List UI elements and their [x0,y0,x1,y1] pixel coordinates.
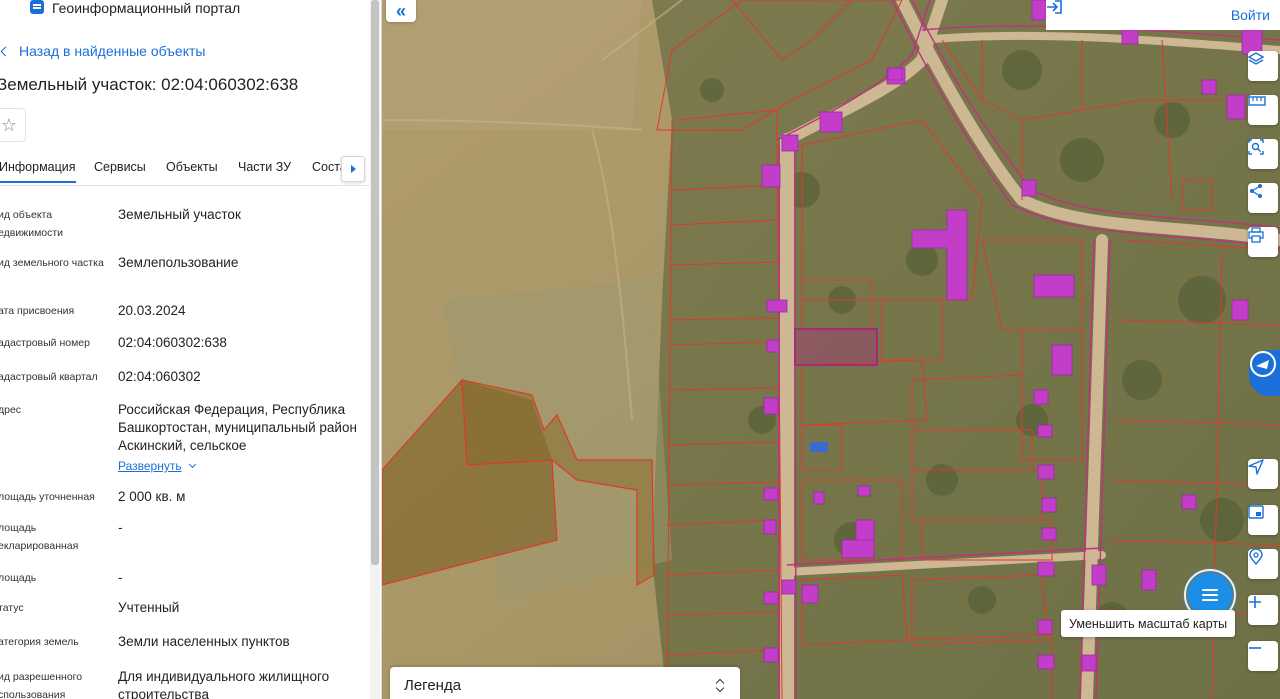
back-link-label: Назад в найденные объекты [19,43,206,59]
share-button[interactable] [1248,183,1278,213]
info-value: Для индивидуального жилищного строительс… [118,669,330,699]
login-icon[interactable] [1046,0,1062,14]
map-view[interactable]: « Войти Уменьшить масштаб карты Легенда [382,0,1280,699]
info-label: лощадь уточненная [0,491,95,503]
login-bar: Войти [1046,0,1280,30]
info-value: Земельный участок [118,207,241,222]
info-label: ид объекта едвижимости [0,209,64,239]
address-value: Российская Федерация, Республика Башкорт… [118,402,357,453]
tab-information[interactable]: Информация [0,160,76,183]
page-title: Земельный участок: 02:04:060302:638 [0,75,299,94]
info-label: татус [0,602,24,614]
star-icon: ☆ [0,114,18,135]
info-value: Земли населенных пунктов [118,634,290,649]
zoom-out-tooltip: Уменьшить масштаб карты [1061,610,1236,637]
print-button[interactable] [1248,227,1278,257]
satellite-map[interactable] [382,0,1280,699]
info-label: ид земельного частка [0,257,104,269]
info-tabs: Информация Сервисы Объекты Части ЗУ Сост… [0,152,370,186]
portal-title: Геоинформационный портал [52,0,241,16]
portal-header: Геоинформационный портал [30,0,240,16]
panel-scroll-thumb[interactable] [371,0,379,565]
info-label: ата присвоения [0,305,75,317]
chat-icon [1250,351,1276,377]
share-icon [1250,184,1262,198]
zoom-in-icon [1249,596,1261,608]
info-value: 2 000 кв. м [118,489,186,504]
panel-scrollbar[interactable] [370,0,380,699]
tabs-scroll-right-button[interactable] [341,156,365,182]
info-label: адастровый номер [0,337,90,349]
tab-parts[interactable]: Части ЗУ [238,160,291,174]
chat-widget-button[interactable] [1249,350,1280,396]
tab-composition[interactable]: Соста [312,160,342,174]
expand-link-label: Развернуть [118,459,182,473]
expand-address-link[interactable]: Развернуть [118,459,196,473]
collapse-panel-button[interactable]: « [386,0,416,22]
info-value: - [118,520,123,535]
ruler-icon [1248,96,1266,106]
favorite-button[interactable]: ☆ [0,108,26,142]
login-button[interactable]: Войти [1231,7,1270,23]
chevron-up-down-icon[interactable] [714,677,726,693]
info-label: атегория земель [0,636,79,648]
legend-label: Легенда [404,677,462,694]
info-value: 02:04:060302 [118,369,201,384]
zoom-in-button[interactable] [1248,595,1278,625]
info-value: 20.03.2024 [118,303,186,318]
zoom-out-button[interactable] [1248,641,1278,671]
info-label: лощадь [0,572,37,584]
pin-search-icon [1249,549,1263,565]
pin-search-button[interactable] [1248,549,1278,579]
chevron-down-icon [188,460,196,468]
tab-services[interactable]: Сервисы [94,160,146,174]
locate-button[interactable] [1248,459,1278,489]
double-chevron-left-icon: « [395,1,406,21]
info-label: адастровый квартал [0,371,98,383]
back-to-results-link[interactable]: Назад в найденные объекты [0,42,205,60]
locate-icon [1248,459,1264,475]
print-icon [1248,227,1264,243]
caret-right-icon [350,165,356,173]
info-label: ид разрешенного спользования [0,671,83,699]
minimap-button[interactable] [1248,505,1278,535]
info-label: лощадь екларированная [0,522,79,552]
info-label: дрес [0,404,22,416]
zoom-out-icon [1249,647,1261,649]
select-area-button[interactable] [1248,139,1278,169]
info-value: 02:04:060302:638 [118,335,227,350]
chevron-left-icon [0,46,11,56]
portal-logo-icon [30,0,44,14]
info-value: Землепользование [118,255,239,270]
layers-button[interactable] [1248,51,1278,81]
info-value: - [118,570,123,585]
legend-bar[interactable]: Легенда [390,667,740,699]
minimap-icon [1248,505,1264,519]
ruler-button[interactable] [1248,95,1278,125]
layers-icon [1248,52,1264,65]
info-value: Учтенный [118,600,180,615]
object-info-panel: Геоинформационный портал Назад в найденн… [0,0,382,699]
select-area-icon [1248,139,1264,155]
tab-objects[interactable]: Объекты [166,160,218,174]
